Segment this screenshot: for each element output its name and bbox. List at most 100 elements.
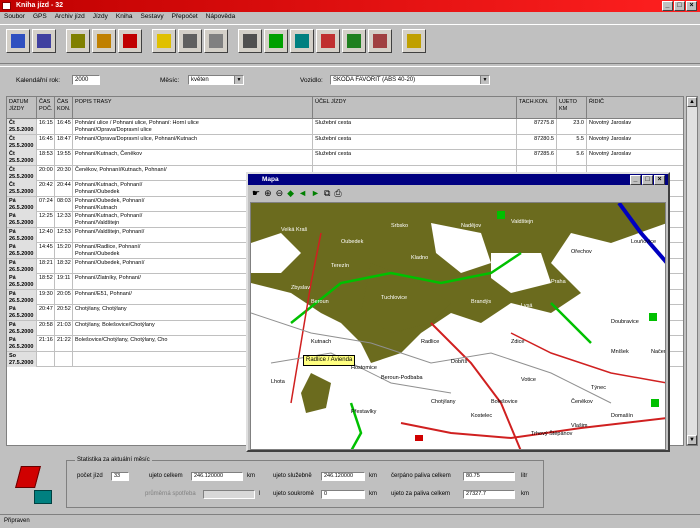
zoom-in-icon[interactable]: ⊕ — [264, 188, 272, 199]
menu-item[interactable]: Přepočet — [172, 12, 198, 22]
copy-icon[interactable]: ⧉ — [324, 188, 330, 199]
chevron-down-icon[interactable]: ▼ — [234, 76, 243, 84]
table-cell: 5.5 — [557, 134, 587, 150]
business-km-label: ujeto služebně — [273, 473, 312, 479]
zoom-out-icon[interactable]: ⊖ — [276, 188, 284, 199]
menu-item[interactable]: GPS — [33, 12, 47, 22]
column-header[interactable]: ČAS POČ. — [37, 97, 55, 119]
column-header[interactable]: DATUM JÍZDY — [7, 97, 37, 119]
vehicle-label: Vozidlo: — [300, 77, 323, 84]
menu-item[interactable]: Jízdy — [93, 12, 108, 22]
maximize-button[interactable]: □ — [674, 1, 685, 11]
menu-item[interactable]: Kniha — [116, 12, 133, 22]
chart-icon — [321, 34, 335, 48]
month-label: Měsíc: — [160, 77, 180, 84]
pan-left-icon[interactable]: ◄ — [298, 188, 307, 198]
status-bar: Připraven — [0, 514, 700, 528]
wrench-icon — [209, 34, 223, 48]
column-header[interactable]: TACH.KON. — [517, 97, 557, 119]
minimize-button[interactable]: _ — [662, 1, 673, 11]
driver-button[interactable] — [92, 29, 116, 53]
print-button[interactable] — [238, 29, 262, 53]
table-row[interactable]: Čt 25.5.2000 16:15 16:45 Pohnání ulice / Poh… — [7, 119, 683, 135]
map-place-label: Čeněkov — [571, 398, 593, 405]
map-place-label: Kladno — [411, 255, 428, 261]
vehicle-select[interactable]: ŠKODA FAVORIT (ABS 40-20) ▼ — [330, 75, 490, 85]
report-button[interactable] — [264, 29, 288, 53]
menu-item[interactable]: Sestavy — [140, 12, 163, 22]
waypoint-marker — [415, 435, 423, 441]
edit-button[interactable] — [152, 29, 176, 53]
unit-label: km — [521, 491, 529, 497]
map-place-label: Louňovice — [631, 239, 656, 245]
map-button[interactable] — [342, 29, 366, 53]
fuel-button[interactable] — [118, 29, 142, 53]
map-place-label: Kutnach — [311, 339, 331, 345]
exit-button[interactable] — [402, 29, 426, 53]
chart-button[interactable] — [316, 29, 340, 53]
group-button[interactable] — [290, 29, 314, 53]
forest-area — [301, 373, 331, 413]
column-header[interactable]: UJETO KM — [557, 97, 587, 119]
waypoint-marker — [649, 313, 657, 321]
print-icon[interactable]: ⎙ — [334, 188, 341, 199]
center-icon[interactable]: ◆ — [287, 188, 294, 199]
vertical-scrollbar[interactable]: ▲ ▼ — [686, 96, 698, 446]
day-text: Pá — [9, 213, 16, 219]
table-cell: 08:03 — [55, 196, 73, 212]
map-window[interactable]: Mapa _ □ × ☛ ⊕ ⊖ ◆ ◄ ► ⧉ ⎙ Srbsko Nadějo… — [246, 172, 670, 452]
tools-button[interactable] — [178, 29, 202, 53]
map-place-label: Ořechov — [571, 249, 592, 255]
map-place-label: Týnec — [591, 385, 606, 391]
tools-icon — [183, 34, 197, 48]
map-minimize-button[interactable]: _ — [630, 175, 641, 185]
month-value: květen — [191, 77, 209, 83]
window-title: Kniha jízd - 32 — [16, 2, 64, 9]
date-cell: So 27.5.2000 — [7, 351, 37, 367]
pan-right-icon[interactable]: ► — [311, 188, 320, 198]
close-button[interactable]: × — [686, 1, 697, 11]
open-book-button[interactable] — [6, 29, 30, 53]
map-close-button[interactable]: × — [654, 175, 665, 185]
map-graphic[interactable]: Srbsko Nadějov Kralupy Terezín Kladno Ořechov… — [251, 203, 666, 450]
date-cell: Pá 26.5.2000 — [7, 320, 37, 336]
map-canvas[interactable]: Srbsko Nadějov Kralupy Terezín Kladno Ořechov… — [250, 202, 666, 450]
map-maximize-button[interactable]: □ — [642, 175, 653, 185]
table-cell: 23.0 — [557, 119, 587, 134]
archive-button[interactable] — [32, 29, 56, 53]
table-row[interactable]: Čt 25.5.2000 18:53 19:55 Pohnaní/Kutnach, Če… — [7, 150, 683, 166]
column-header[interactable]: POPIS TRASY — [73, 97, 313, 119]
calendar-year-field[interactable]: 2000 — [72, 75, 100, 85]
date-cell: Pá 26.5.2000 — [7, 196, 37, 212]
chevron-down-icon[interactable]: ▼ — [480, 76, 489, 84]
month-select[interactable]: květen ▼ — [188, 75, 244, 85]
map-place-label: Vlašim — [571, 423, 588, 429]
day-text: Pá — [9, 337, 16, 343]
private-km-value: 0 — [321, 490, 365, 499]
column-header[interactable]: ČAS KON. — [55, 97, 73, 119]
vehicle-button[interactable] — [66, 29, 90, 53]
scroll-up-arrow[interactable]: ▲ — [687, 97, 697, 107]
table-cell: 5.6 — [557, 150, 587, 165]
scroll-down-arrow[interactable]: ▼ — [687, 435, 697, 445]
column-header[interactable]: ÚČEL JÍZDY — [313, 97, 517, 119]
menu-item[interactable]: Nápověda — [206, 12, 236, 22]
menu-item[interactable]: Archiv jízd — [55, 12, 85, 22]
report-icon — [269, 34, 283, 48]
calendar-button[interactable] — [368, 29, 392, 53]
column-header[interactable]: ŘIDIČ — [587, 97, 683, 119]
day-text: Pá — [9, 244, 16, 250]
date-cell: Pá 26.5.2000 — [7, 227, 37, 243]
menu-item[interactable]: Soubor — [4, 12, 25, 22]
table-row[interactable]: Čt 25.5.2000 16:45 18:47 Pohnaní/Oprava/Dopr… — [7, 134, 683, 150]
wrench-button[interactable] — [204, 29, 228, 53]
date-text: 25.5.2000 — [9, 173, 34, 180]
pointer-icon[interactable]: ☛ — [252, 188, 260, 199]
table-cell: 19:30 — [37, 289, 55, 305]
table-cell: 87275.8 — [517, 119, 557, 134]
date-cell: Pá 26.5.2000 — [7, 212, 37, 227]
map-place-label: Šlapanice — [451, 234, 475, 241]
calculator-icon[interactable] — [34, 490, 52, 504]
map-place-label: Terezín — [331, 263, 349, 269]
map-place-label: Lhota — [271, 379, 286, 385]
